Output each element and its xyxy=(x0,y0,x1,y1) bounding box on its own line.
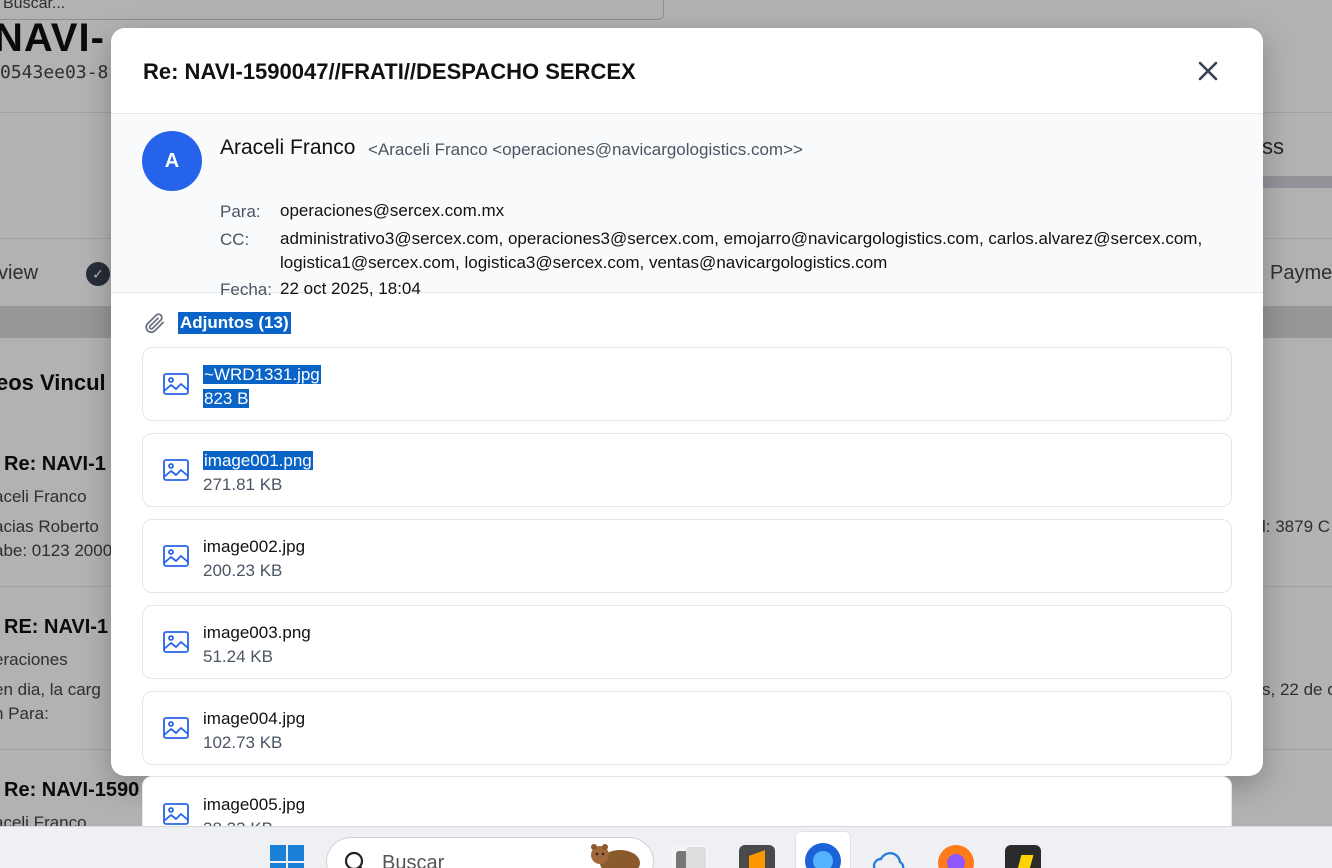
to-value: operaciones@sercex.com.mx xyxy=(280,201,505,220)
attachment-name: image002.jpg xyxy=(203,537,306,556)
image-file-icon xyxy=(163,717,189,739)
search-highlight-bear-icon xyxy=(591,844,640,868)
attachment-item[interactable]: image004.jpg 102.73 KB xyxy=(142,691,1232,765)
attachment-name: image004.jpg xyxy=(203,709,306,728)
firefox-icon[interactable] xyxy=(938,845,974,868)
avatar: A xyxy=(142,131,202,191)
file-explorer-icon[interactable] xyxy=(672,845,708,868)
to-label: Para: xyxy=(220,202,261,221)
sender-name: Araceli Franco xyxy=(220,136,356,159)
image-file-icon xyxy=(163,459,189,481)
date-label: Fecha: xyxy=(220,280,272,299)
close-icon xyxy=(1198,61,1218,81)
attachment-name: image005.jpg xyxy=(203,795,306,814)
attachment-item[interactable]: ~WRD1331.jpg 823 B xyxy=(142,347,1232,421)
attachment-size: 51.24 KB xyxy=(203,647,273,666)
image-file-icon xyxy=(163,373,189,395)
image-file-icon xyxy=(163,803,189,825)
attachment-item[interactable]: image002.jpg 200.23 KB xyxy=(142,519,1232,593)
attachment-name: ~WRD1331.jpg xyxy=(203,365,321,384)
attachment-name: image003.png xyxy=(203,623,311,642)
notes-app-icon[interactable] xyxy=(1005,845,1041,868)
attachment-size: 102.73 KB xyxy=(203,733,283,752)
cloud-sync-icon[interactable] xyxy=(872,845,908,868)
attachments-title: Adjuntos (13) xyxy=(178,312,291,334)
email-subject: Re: NAVI-1590047//FRATI//DESPACHO SERCEX xyxy=(143,59,636,84)
image-file-icon xyxy=(163,545,189,567)
date-value: 22 oct 2025, 18:04 xyxy=(280,279,421,298)
cc-value: administrativo3@sercex.com, operaciones3… xyxy=(280,229,1203,272)
attachment-size: 200.23 KB xyxy=(203,561,283,580)
close-button[interactable] xyxy=(1193,56,1223,86)
attachment-size: 823 B xyxy=(203,389,250,408)
attachment-item[interactable]: image001.png 271.81 KB xyxy=(142,433,1232,507)
taskbar-search-placeholder: Buscar xyxy=(382,852,445,868)
attachment-item[interactable]: image003.png 51.24 KB xyxy=(142,605,1232,679)
sender-address: <Araceli Franco <operaciones@navicargolo… xyxy=(368,140,803,159)
search-icon xyxy=(344,851,364,868)
windows-start-icon[interactable] xyxy=(270,845,304,868)
attachment-name: image001.png xyxy=(203,451,313,470)
image-file-icon xyxy=(163,631,189,653)
attachment-size: 271.81 KB xyxy=(203,475,283,494)
taskbar: Buscar xyxy=(0,826,1332,868)
cc-label: CC: xyxy=(220,230,250,249)
sender-info: A Araceli Franco <Araceli Franco <operac… xyxy=(111,114,1263,299)
sublime-text-icon[interactable] xyxy=(739,845,775,868)
modal-header: Re: NAVI-1590047//FRATI//DESPACHO SERCEX xyxy=(111,28,1263,114)
email-detail-modal: Re: NAVI-1590047//FRATI//DESPACHO SERCEX… xyxy=(111,28,1263,776)
paperclip-icon xyxy=(145,313,164,334)
attachment-list: ~WRD1331.jpg 823 B image001.png 271.81 K… xyxy=(142,347,1232,776)
